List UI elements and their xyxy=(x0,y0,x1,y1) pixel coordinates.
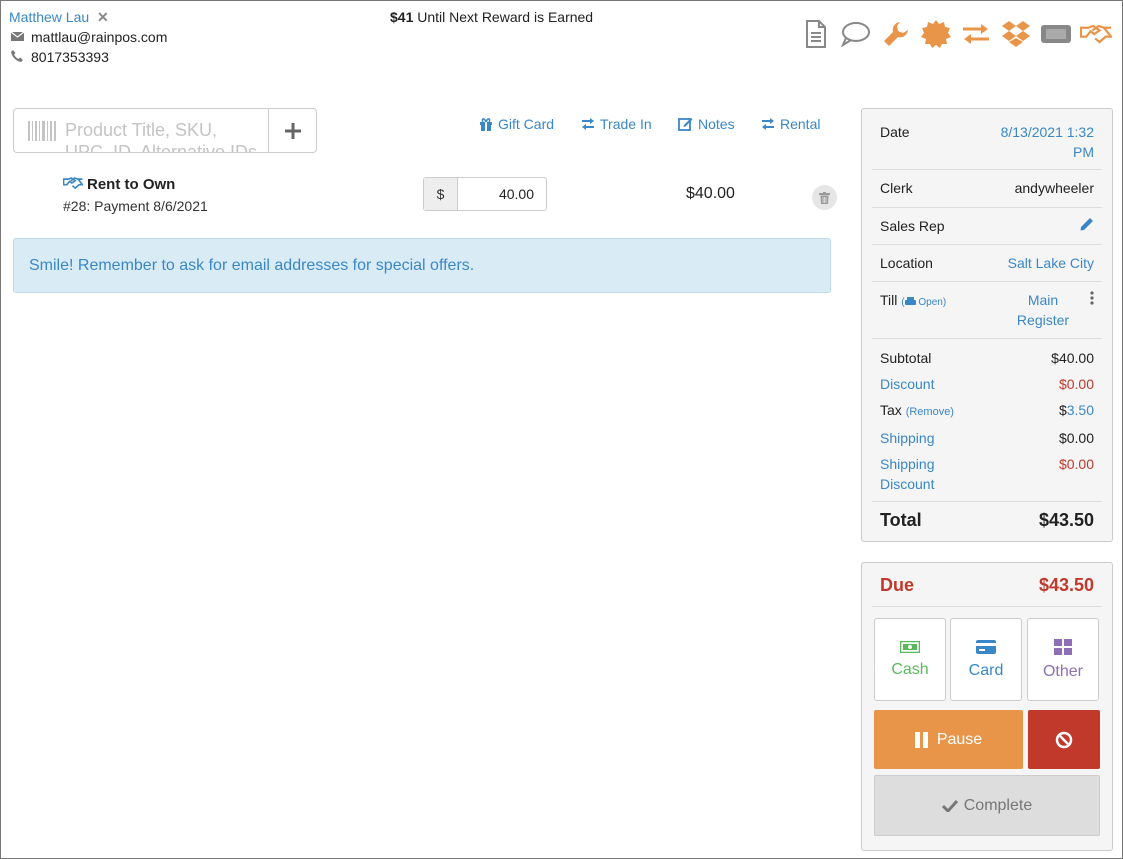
badge-icon[interactable] xyxy=(920,18,952,50)
rental-label: Rental xyxy=(780,116,821,132)
search-input[interactable]: Product Title, SKU, UPC, ID, Alternative… xyxy=(65,119,265,152)
rental-button[interactable]: Rental xyxy=(761,115,820,133)
total-label: Total xyxy=(880,510,922,530)
shipping-discount-link[interactable]: Shipping Discount xyxy=(880,454,950,494)
till-status-text: Open xyxy=(918,297,943,308)
shipping-value: $0.00 xyxy=(1058,430,1094,446)
handshake-icon[interactable] xyxy=(1080,18,1112,50)
till-value[interactable]: Main Register xyxy=(1008,290,1078,330)
shipping-discount-value: $0.00 xyxy=(1058,456,1094,472)
customer-phone: 8017353393 xyxy=(11,49,109,65)
toolbar-icons xyxy=(800,18,1112,50)
product-search[interactable]: Product Title, SKU, UPC, ID, Alternative… xyxy=(13,108,269,153)
exchange-small-icon xyxy=(582,118,594,130)
customer-email: mattlau@rainpos.com xyxy=(10,29,168,45)
phone-icon xyxy=(11,49,25,65)
gift-icon xyxy=(480,118,492,131)
pause-label: Pause xyxy=(936,730,983,748)
tax-remove-link[interactable]: (Remove) xyxy=(906,406,954,418)
line-item-total: $40.00 xyxy=(686,185,735,202)
check-icon xyxy=(941,799,958,812)
cancel-sale-button[interactable] xyxy=(1028,710,1100,769)
line-item-title[interactable]: Rent to Own xyxy=(87,176,175,193)
due-value: $43.50 xyxy=(1038,575,1094,595)
handshake-icon xyxy=(62,176,85,193)
envelope-icon xyxy=(10,29,25,45)
cash-label: Cash xyxy=(891,660,929,678)
complete-label: Complete xyxy=(963,796,1033,814)
chat-icon[interactable] xyxy=(840,18,872,50)
clerk-value: andywheeler xyxy=(1014,180,1094,196)
ban-icon xyxy=(1055,731,1073,748)
sale-summary-panel: Date 8/13/2021 1:32 PM Clerk andywheeler… xyxy=(861,108,1113,542)
more-vertical-icon[interactable] xyxy=(1090,290,1094,330)
register-icon xyxy=(904,297,916,305)
discount-value: $0.00 xyxy=(1058,376,1094,392)
shipping-link[interactable]: Shipping xyxy=(880,428,935,448)
tax-label: Tax xyxy=(880,402,902,418)
customer-phone-text: 8017353393 xyxy=(31,49,109,65)
payment-panel: Due $43.50 Cash Card Other Pause Complet… xyxy=(861,562,1113,851)
plus-icon xyxy=(284,122,301,139)
trade-in-button[interactable]: Trade In xyxy=(581,115,652,133)
due-label: Due xyxy=(880,575,915,595)
divider xyxy=(872,606,1102,607)
tax-currency: $ xyxy=(1058,402,1067,418)
pencil-icon[interactable] xyxy=(1080,216,1094,236)
till-label: Till ( Open) xyxy=(880,290,946,330)
barcode-icon xyxy=(28,121,56,144)
pause-icon xyxy=(914,731,928,748)
credit-card-icon xyxy=(976,639,996,654)
other-button[interactable]: Other xyxy=(1027,618,1099,701)
location-label: Location xyxy=(880,255,933,271)
customer-name-link[interactable]: Matthew Lau xyxy=(9,9,89,25)
sales-rep-label: Sales Rep xyxy=(880,218,945,234)
notes-label: Notes xyxy=(698,116,735,132)
money-icon xyxy=(900,640,920,653)
line-item-subtitle: #28: Payment 8/6/2021 xyxy=(63,198,208,214)
currency-addon: $ xyxy=(424,178,458,210)
dropbox-icon[interactable] xyxy=(1000,18,1032,50)
grid-icon xyxy=(1054,638,1072,655)
line-item-price-input[interactable]: $ 40.00 xyxy=(423,177,547,211)
reward-status: $41 Until Next Reward is Earned xyxy=(390,9,593,25)
card-label: Card xyxy=(968,661,1004,679)
date-label: Date xyxy=(880,124,910,140)
document-icon[interactable] xyxy=(800,18,832,50)
location-value[interactable]: Salt Lake City xyxy=(1008,253,1094,273)
till-label-text: Till xyxy=(880,292,898,308)
other-label: Other xyxy=(1042,662,1083,680)
till-status[interactable]: ( Open) xyxy=(901,297,946,308)
wrench-icon[interactable] xyxy=(880,18,912,50)
card-button[interactable]: Card xyxy=(950,618,1022,701)
info-notice: Smile! Remember to ask for email address… xyxy=(13,238,831,293)
subtotal-value: $40.00 xyxy=(1051,350,1094,366)
exchange-icon[interactable] xyxy=(960,18,992,50)
notes-button[interactable]: Notes xyxy=(678,115,735,133)
clerk-label: Clerk xyxy=(880,180,913,196)
gift-card-label: Gift Card xyxy=(498,116,555,132)
add-product-button[interactable] xyxy=(268,108,317,153)
exchange-small-icon xyxy=(762,118,774,130)
ticket-icon[interactable] xyxy=(1040,18,1072,50)
reward-amount: $41 xyxy=(390,9,414,25)
gift-card-button[interactable]: Gift Card xyxy=(479,115,554,133)
customer-email-text: mattlau@rainpos.com xyxy=(31,29,168,45)
discount-link[interactable]: Discount xyxy=(880,374,934,394)
pause-button[interactable]: Pause xyxy=(874,710,1023,769)
date-value[interactable]: 8/13/2021 1:32 PM xyxy=(984,122,1094,162)
edit-icon xyxy=(678,118,693,131)
price-value[interactable]: 40.00 xyxy=(458,178,546,210)
trash-icon[interactable] xyxy=(812,185,837,210)
trade-in-label: Trade In xyxy=(600,116,652,132)
remove-customer-icon[interactable]: ✕ xyxy=(97,9,109,26)
reward-text: Until Next Reward is Earned xyxy=(417,9,594,25)
tax-value[interactable]: 3.50 xyxy=(1067,402,1094,418)
complete-button[interactable]: Complete xyxy=(874,775,1100,836)
subtotal-label: Subtotal xyxy=(880,350,932,366)
total-value: $43.50 xyxy=(1038,510,1094,530)
cash-button[interactable]: Cash xyxy=(874,618,946,701)
